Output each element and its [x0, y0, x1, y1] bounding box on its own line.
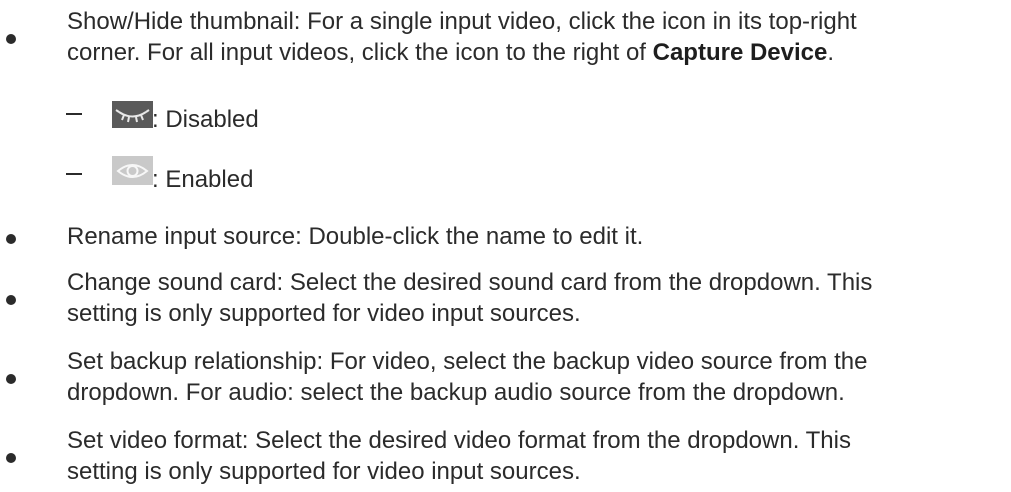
list-item-line: setting is only supported for video inpu… — [67, 300, 581, 327]
list-item-line: Show/Hide thumbnail: For a single input … — [67, 8, 857, 35]
bullet-icon — [6, 453, 16, 463]
list-item-line: Rename input source: Double-click the na… — [67, 223, 644, 250]
dash-icon — [66, 173, 82, 175]
list-item-line: corner. For all input videos, click the … — [67, 37, 997, 68]
text-segment: . — [827, 39, 835, 66]
list-item-text: Rename input source: Double-click the na… — [67, 221, 997, 252]
list-item-line: dropdown. For audio: select the backup a… — [67, 379, 845, 406]
eye-open-icon — [112, 156, 153, 185]
dash-icon — [66, 113, 82, 115]
bullet-icon — [6, 374, 16, 384]
eye-closed-icon — [112, 101, 153, 128]
bullet-icon — [6, 234, 16, 244]
capture-device-label: Capture Device — [652, 39, 828, 66]
sub-item-label: : Disabled — [152, 106, 259, 133]
text-segment: corner. For all input videos, click the … — [67, 39, 653, 66]
list-item-line: setting is only supported for video inpu… — [67, 458, 581, 485]
list-item-text: Change sound card: Select the desired so… — [67, 267, 997, 329]
list-item-text: Set video format: Select the desired vid… — [67, 425, 997, 487]
sub-item-label: : Enabled — [152, 166, 254, 193]
bullet-icon — [6, 295, 16, 305]
bullet-icon — [6, 34, 16, 44]
list-item-line: Set video format: Select the desired vid… — [67, 427, 851, 454]
list-item-text: Set backup relationship: For video, sele… — [67, 346, 997, 408]
list-item-text: Show/Hide thumbnail: For a single input … — [67, 6, 997, 68]
sub-item-enabled: : Enabled — [0, 156, 1011, 196]
list-item-line: Set backup relationship: For video, sele… — [67, 348, 868, 375]
sub-item-disabled: : Disabled — [0, 96, 1011, 136]
list-item-line: Change sound card: Select the desired so… — [67, 269, 873, 296]
